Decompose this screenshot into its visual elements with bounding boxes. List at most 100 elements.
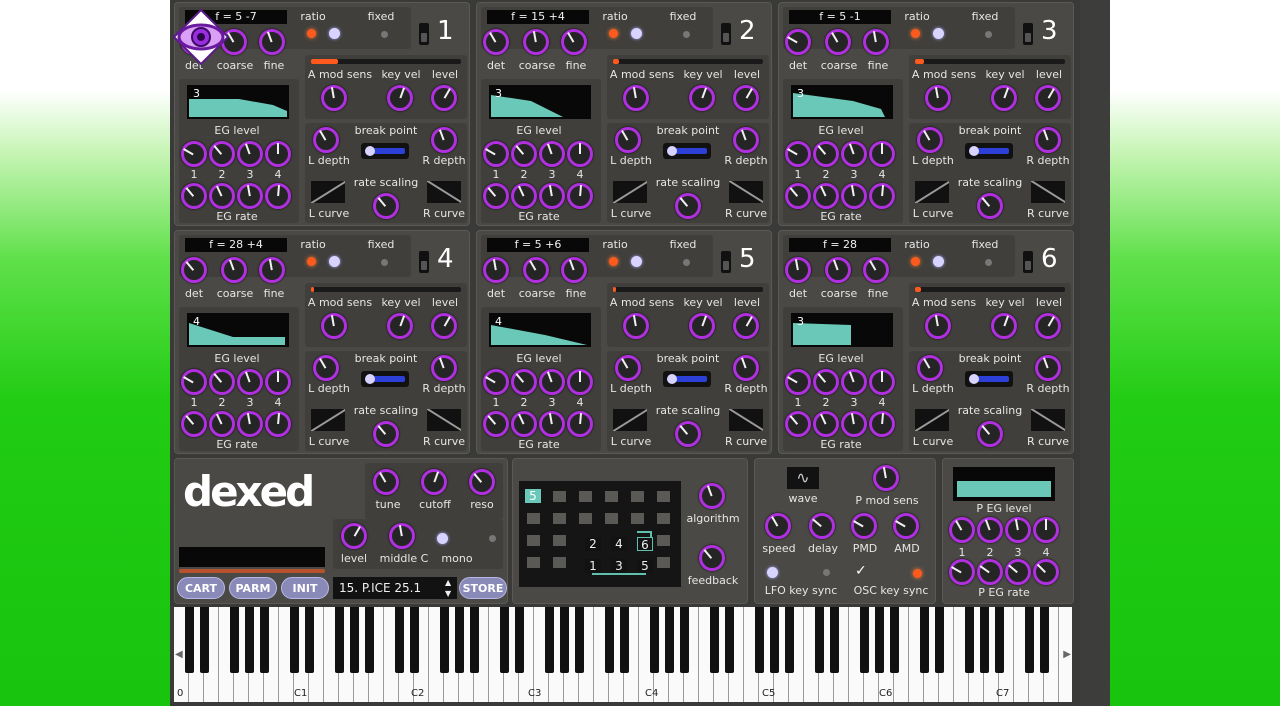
op5-eg-level-1-knob[interactable] [483,369,509,395]
op5-r-depth-knob[interactable] [733,355,759,381]
lfo-key-sync-toggle[interactable] [767,567,778,578]
op2-fine-knob[interactable] [561,29,587,55]
black-key[interactable] [455,607,464,673]
keyboard-right-arrow-icon[interactable]: ▶ [1063,649,1071,660]
op4-eg-level-2-knob[interactable] [209,369,235,395]
black-key[interactable] [260,607,269,673]
op6-eg-level-2-knob[interactable] [813,369,839,395]
speed-knob[interactable] [765,513,791,539]
black-key[interactable] [245,607,254,673]
middle-c-knob[interactable] [389,523,415,549]
parm-button[interactable]: PARM [229,577,277,599]
amd-knob[interactable] [893,513,919,539]
op2-level-knob[interactable] [733,85,759,111]
op4-eg-rate-3-knob[interactable] [237,411,263,437]
black-key[interactable] [755,607,764,673]
op2-eg-rate-3-knob[interactable] [539,183,565,209]
black-key[interactable] [440,607,449,673]
op3-eg-rate-4-knob[interactable] [869,183,895,209]
op5-eg-rate-4-knob[interactable] [567,411,593,437]
op5-level-knob[interactable] [733,313,759,339]
black-key[interactable] [725,607,734,673]
op6-ratio-toggle[interactable] [933,256,944,267]
op6-level-knob[interactable] [1035,313,1061,339]
pitch-eg-level-4-knob[interactable] [1033,517,1059,543]
op3-r-curve[interactable] [1031,181,1065,203]
black-key[interactable] [500,607,509,673]
op3-break-point-slider[interactable] [965,143,1013,159]
op5-break-point-slider[interactable] [663,371,711,387]
op5-ratio-toggle[interactable] [631,256,642,267]
op5-eg-rate-2-knob[interactable] [511,411,537,437]
op2-eg-rate-4-knob[interactable] [567,183,593,209]
op2-ratio-toggle[interactable] [631,28,642,39]
output-level-knob[interactable] [341,523,367,549]
op3-det-knob[interactable] [785,29,811,55]
black-key[interactable] [995,607,1004,673]
op1-eg-level-3-knob[interactable] [237,141,263,167]
op5-key-vel-knob[interactable] [689,313,715,339]
op5-l-depth-knob[interactable] [615,355,641,381]
op6-fine-knob[interactable] [863,257,889,283]
op2-eg-level-2-knob[interactable] [511,141,537,167]
op2-eg-rate-1-knob[interactable] [483,183,509,209]
op3-fine-knob[interactable] [863,29,889,55]
black-key[interactable] [815,607,824,673]
op5-eg-level-4-knob[interactable] [567,369,593,395]
op1-key-vel-knob[interactable] [387,85,413,111]
p-mod-sens-knob[interactable] [873,465,899,491]
piano-keyboard[interactable]: 0 C1 C2 C3 C4 C5 C6 C7 ◀ ▶ [174,607,1072,702]
store-button[interactable]: STORE [459,577,507,599]
black-key[interactable] [200,607,209,673]
black-key[interactable] [935,607,944,673]
op4-l-curve[interactable] [311,409,345,431]
op1-eg-rate-4-knob[interactable] [265,183,291,209]
op4-enable-switch[interactable] [419,251,429,273]
op5-eg-rate-1-knob[interactable] [483,411,509,437]
op4-level-knob[interactable] [431,313,457,339]
op3-eg-level-1-knob[interactable] [785,141,811,167]
op5-a-mod-sens-knob[interactable] [623,313,649,339]
op3-rate-scaling-knob[interactable] [977,193,1003,219]
pitch-eg-level-3-knob[interactable] [1005,517,1031,543]
op3-l-depth-knob[interactable] [917,127,943,153]
op6-det-knob[interactable] [785,257,811,283]
osc-key-sync-check-icon[interactable]: ✓ [855,563,867,579]
op3-eg-level-4-knob[interactable] [869,141,895,167]
scrollbar[interactable] [1080,0,1110,706]
op1-a-mod-sens-knob[interactable] [321,85,347,111]
op6-break-point-slider[interactable] [965,371,1013,387]
black-key[interactable] [515,607,524,673]
op6-eg-level-4-knob[interactable] [869,369,895,395]
op2-coarse-knob[interactable] [523,29,549,55]
op1-eg-level-1-knob[interactable] [181,141,207,167]
op3-eg-rate-1-knob[interactable] [785,183,811,209]
op5-eg-rate-3-knob[interactable] [539,411,565,437]
op2-eg-level-4-knob[interactable] [567,141,593,167]
op4-ratio-toggle[interactable] [329,256,340,267]
black-key[interactable] [365,607,374,673]
op2-l-depth-knob[interactable] [615,127,641,153]
black-key[interactable] [575,607,584,673]
op6-r-curve[interactable] [1031,409,1065,431]
op2-r-curve[interactable] [729,181,763,203]
black-key[interactable] [710,607,719,673]
op5-coarse-knob[interactable] [523,257,549,283]
black-key[interactable] [920,607,929,673]
op4-eg-rate-1-knob[interactable] [181,411,207,437]
algorithm-knob[interactable] [699,483,725,509]
op6-rate-scaling-knob[interactable] [977,421,1003,447]
tune-knob[interactable] [373,469,399,495]
op1-eg-level-4-knob[interactable] [265,141,291,167]
black-key[interactable] [395,607,404,673]
delay-knob[interactable] [809,513,835,539]
op5-r-curve[interactable] [729,409,763,431]
op5-fine-knob[interactable] [561,257,587,283]
op3-ratio-toggle[interactable] [933,28,944,39]
op1-enable-switch[interactable] [419,23,429,45]
op6-eg-level-3-knob[interactable] [841,369,867,395]
black-key[interactable] [560,607,569,673]
op1-fine-knob[interactable] [259,29,285,55]
black-key[interactable] [680,607,689,673]
op6-eg-rate-3-knob[interactable] [841,411,867,437]
